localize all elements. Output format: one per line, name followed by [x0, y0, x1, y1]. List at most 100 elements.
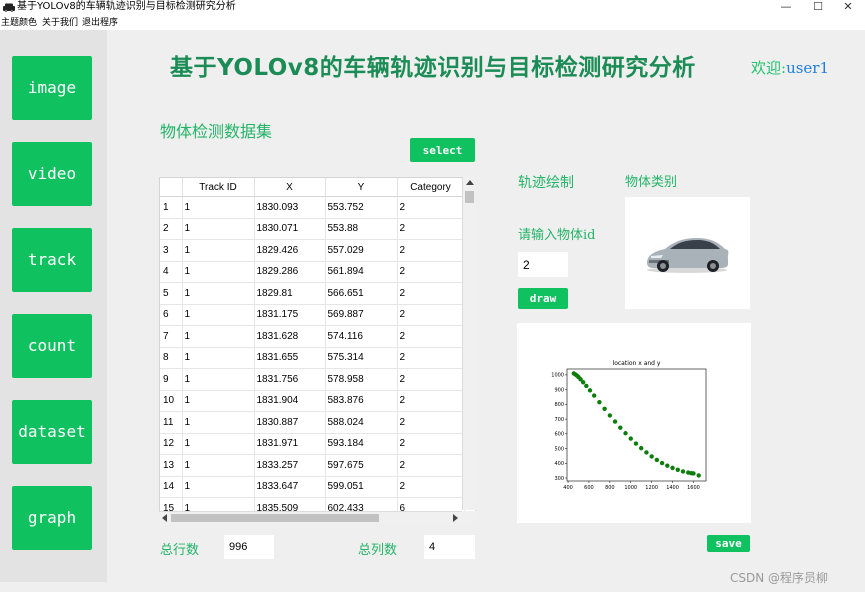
table-cell[interactable]: 2	[397, 304, 465, 326]
table-cell[interactable]: 1	[182, 261, 255, 283]
table-cell[interactable]: 557.029	[325, 239, 398, 262]
table-cell[interactable]: 2	[397, 218, 465, 240]
table-cell[interactable]: 1830.093	[254, 196, 326, 219]
table-cell[interactable]: 583.876	[325, 390, 398, 412]
table-cell[interactable]: 593.184	[325, 433, 398, 455]
table-cell[interactable]: 1831.904	[254, 390, 326, 412]
menu-about-us[interactable]: 关于我们	[42, 16, 78, 30]
table-cell[interactable]: 1	[182, 390, 255, 412]
scroll-right-icon[interactable]	[453, 514, 458, 522]
table-cell[interactable]: 2	[397, 433, 465, 455]
table-cell[interactable]: 1	[182, 411, 255, 434]
table-cell[interactable]: 1830.071	[254, 218, 326, 240]
table-row[interactable]: 4 1 1829.286 561.894 2	[160, 261, 465, 283]
table-cell[interactable]: 2	[397, 347, 465, 369]
table-cell[interactable]: 553.752	[325, 196, 398, 219]
table-cell[interactable]: 1829.81	[254, 282, 326, 305]
table-cell[interactable]: 553.88	[325, 218, 398, 240]
table-row[interactable]: 1 1 1830.093 553.752 2	[160, 196, 465, 219]
scroll-left-icon[interactable]	[162, 514, 167, 522]
table-cell[interactable]: 1	[182, 282, 255, 305]
table-cell[interactable]: 575.314	[325, 347, 398, 369]
table-cell[interactable]: 566.651	[325, 282, 398, 305]
table-row[interactable]: 11 1 1830.887 588.024 2	[160, 411, 465, 434]
table-cell[interactable]: 1	[182, 368, 255, 391]
vertical-scrollbar[interactable]	[462, 177, 476, 510]
column-header[interactable]: Y	[325, 178, 398, 197]
table-row[interactable]: 3 1 1829.426 557.029 2	[160, 239, 465, 262]
table-cell[interactable]: 1831.628	[254, 325, 326, 348]
sidebar-item-count[interactable]: count	[12, 314, 92, 378]
table-cell[interactable]: 1831.175	[254, 304, 326, 326]
sidebar-item-track[interactable]: track	[12, 228, 92, 292]
total-cols-field[interactable]	[424, 535, 475, 559]
menu-theme-color[interactable]: 主题颜色	[1, 16, 37, 30]
object-id-input[interactable]	[518, 252, 568, 277]
horizontal-scrollbar[interactable]	[159, 511, 463, 524]
draw-button[interactable]: draw	[518, 288, 568, 309]
table-cell[interactable]: 1830.887	[254, 411, 326, 434]
table-cell[interactable]: 2	[397, 368, 465, 391]
table-cell[interactable]: 1833.257	[254, 454, 326, 477]
table-cell[interactable]: 1831.756	[254, 368, 326, 391]
sidebar-item-video[interactable]: video	[12, 142, 92, 206]
table-cell[interactable]: 1	[182, 433, 255, 455]
table-cell[interactable]: 578.958	[325, 368, 398, 391]
table-cell[interactable]: 2	[397, 325, 465, 348]
table-cell[interactable]: 2	[397, 476, 465, 498]
table-cell[interactable]: 1829.286	[254, 261, 326, 283]
total-rows-field[interactable]	[224, 535, 274, 559]
dataset-table[interactable]: Track ID X Y Category 1 1 1830.093 553.752 2…	[159, 177, 476, 523]
table-cell[interactable]: 1	[182, 196, 255, 219]
scrollbar-thumb[interactable]	[171, 514, 379, 522]
table-cell[interactable]: 588.024	[325, 411, 398, 434]
menu-exit[interactable]: 退出程序	[82, 16, 118, 30]
table-row[interactable]: 10 1 1831.904 583.876 2	[160, 390, 465, 412]
sidebar-item-dataset[interactable]: dataset	[12, 400, 92, 464]
table-cell[interactable]: 561.894	[325, 261, 398, 283]
table-row[interactable]: 6 1 1831.175 569.887 2	[160, 304, 465, 326]
table-cell[interactable]: 599.051	[325, 476, 398, 498]
table-cell[interactable]: 2	[397, 411, 465, 434]
table-cell[interactable]: 1	[182, 218, 255, 240]
table-cell[interactable]: 1	[182, 347, 255, 369]
table-cell[interactable]: 2	[397, 454, 465, 477]
scroll-up-icon[interactable]	[466, 180, 474, 185]
table-row[interactable]: 12 1 1831.971 593.184 2	[160, 433, 465, 455]
table-cell[interactable]: 1	[182, 325, 255, 348]
table-row[interactable]: 14 1 1833.647 599.051 2	[160, 476, 465, 498]
data-point	[623, 431, 628, 436]
table-row[interactable]: 7 1 1831.628 574.116 2	[160, 325, 465, 348]
table-cell[interactable]: 569.887	[325, 304, 398, 326]
column-header[interactable]: Category	[397, 178, 465, 197]
table-cell[interactable]: 2	[397, 390, 465, 412]
table-cell[interactable]: 1	[182, 454, 255, 477]
table-row[interactable]: 2 1 1830.071 553.88 2	[160, 218, 465, 240]
table-cell[interactable]: 2	[397, 196, 465, 219]
table-cell[interactable]: 1	[182, 476, 255, 498]
table-cell[interactable]: 597.675	[325, 454, 398, 477]
category-section-title: 物体类别	[625, 175, 678, 190]
sidebar-item-graph[interactable]: graph	[12, 486, 92, 550]
close-icon[interactable]: ✕	[828, 0, 865, 14]
table-cell[interactable]: 2	[397, 261, 465, 283]
table-cell[interactable]: 1833.647	[254, 476, 326, 498]
table-cell[interactable]: 2	[397, 239, 465, 262]
table-row[interactable]: 8 1 1831.655 575.314 2	[160, 347, 465, 369]
table-cell[interactable]: 574.116	[325, 325, 398, 348]
table-row[interactable]: 13 1 1833.257 597.675 2	[160, 454, 465, 477]
column-header[interactable]: X	[254, 178, 326, 197]
table-cell[interactable]: 1831.655	[254, 347, 326, 369]
table-cell[interactable]: 1	[182, 304, 255, 326]
save-button[interactable]: save	[707, 535, 750, 552]
sidebar-item-image[interactable]: image	[12, 56, 92, 120]
table-row[interactable]: 5 1 1829.81 566.651 2	[160, 282, 465, 305]
table-cell[interactable]: 1831.971	[254, 433, 326, 455]
scrollbar-thumb[interactable]	[465, 191, 474, 203]
table-cell[interactable]: 1	[182, 239, 255, 262]
table-row[interactable]: 9 1 1831.756 578.958 2	[160, 368, 465, 391]
table-cell[interactable]: 2	[397, 282, 465, 305]
table-cell[interactable]: 1829.426	[254, 239, 326, 262]
column-header[interactable]: Track ID	[182, 178, 255, 197]
select-button[interactable]: select	[410, 138, 475, 162]
